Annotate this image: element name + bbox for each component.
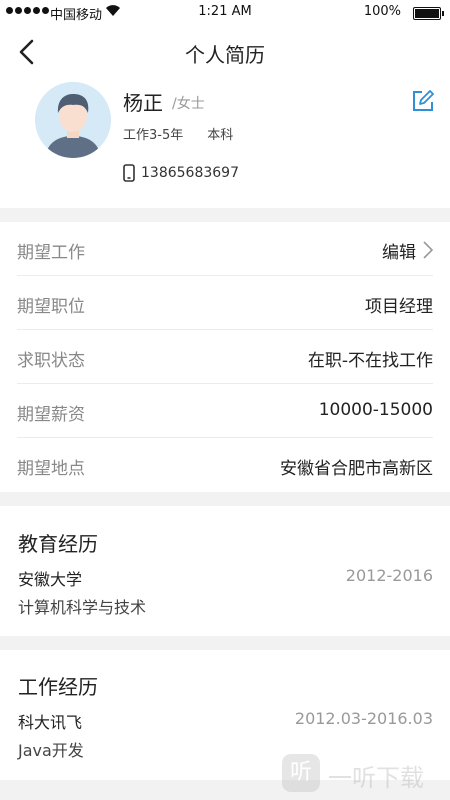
chevron-left-icon bbox=[19, 39, 34, 65]
section-divider bbox=[0, 636, 450, 650]
section-title: 工作经历 bbox=[18, 675, 98, 699]
row-expected-salary: 期望薪资 10000-15000 bbox=[17, 384, 433, 438]
work-period: 2012.03-2016.03 bbox=[294, 709, 433, 728]
section-title: 教育经历 bbox=[18, 532, 98, 556]
row-label: 期望地点 bbox=[17, 459, 85, 479]
expectation-list: 期望工作 编辑 期望职位 项目经理 求职状态 在职-不在找工作 期望薪资 100… bbox=[0, 222, 450, 491]
row-label: 求职状态 bbox=[17, 351, 85, 371]
user-gender: /女士 bbox=[172, 96, 205, 112]
watermark-text: 一听下载 bbox=[328, 764, 424, 792]
section-divider bbox=[0, 208, 450, 222]
job-role: Java开发 bbox=[18, 741, 84, 760]
row-job-status: 求职状态 在职-不在找工作 bbox=[17, 330, 433, 384]
user-name: 杨正 bbox=[123, 91, 163, 115]
chevron-right-icon bbox=[423, 241, 433, 259]
profile-card: 杨正 /女士 工作3-5年 本科 13865683697 bbox=[0, 80, 450, 208]
education-section[interactable]: 教育经历 安徽大学 2012-2016 计算机科学与技术 bbox=[0, 528, 450, 628]
profile-meta: 工作3-5年 本科 bbox=[123, 124, 233, 143]
edit-profile-button[interactable] bbox=[412, 90, 434, 112]
row-label: 期望薪资 bbox=[17, 405, 85, 425]
row-label: 期望工作 bbox=[17, 243, 85, 263]
row-value: 安徽省合肥市高新区 bbox=[280, 459, 433, 479]
edit-icon bbox=[413, 90, 434, 111]
phone-text: 13865683697 bbox=[141, 165, 239, 181]
row-expected-location: 期望地点 安徽省合肥市高新区 bbox=[17, 438, 433, 491]
row-value: 10000-15000 bbox=[318, 400, 433, 420]
battery-icon bbox=[413, 7, 444, 20]
person-icon bbox=[35, 82, 111, 158]
row-expected-job[interactable]: 期望工作 编辑 bbox=[17, 222, 433, 276]
page-title: 个人简历 bbox=[185, 43, 265, 67]
battery-percent: 100% bbox=[363, 4, 401, 19]
row-label: 期望职位 bbox=[17, 297, 85, 317]
work-experience: 工作3-5年 bbox=[123, 128, 184, 143]
avatar[interactable] bbox=[35, 82, 111, 158]
phone-icon bbox=[123, 164, 135, 182]
watermark-logo: 听 bbox=[282, 754, 320, 792]
nav-bar: 个人简历 bbox=[0, 24, 450, 80]
status-bar: 中国移动 1:21 AM 100% bbox=[0, 0, 450, 24]
major: 计算机科学与技术 bbox=[18, 598, 147, 617]
row-value: 在职-不在找工作 bbox=[307, 351, 433, 371]
education-period: 2012-2016 bbox=[345, 566, 433, 585]
row-expected-position: 期望职位 项目经理 bbox=[17, 276, 433, 330]
education-level: 本科 bbox=[207, 128, 234, 143]
school-name: 安徽大学 bbox=[18, 570, 83, 589]
phone-number[interactable]: 13865683697 bbox=[123, 164, 239, 182]
edit-link[interactable]: 编辑 bbox=[382, 238, 416, 263]
company-name: 科大讯飞 bbox=[18, 713, 83, 732]
watermark: 听 一听下载 bbox=[282, 752, 442, 794]
section-divider bbox=[0, 492, 450, 506]
back-button[interactable] bbox=[12, 36, 44, 68]
row-value: 项目经理 bbox=[365, 297, 433, 317]
